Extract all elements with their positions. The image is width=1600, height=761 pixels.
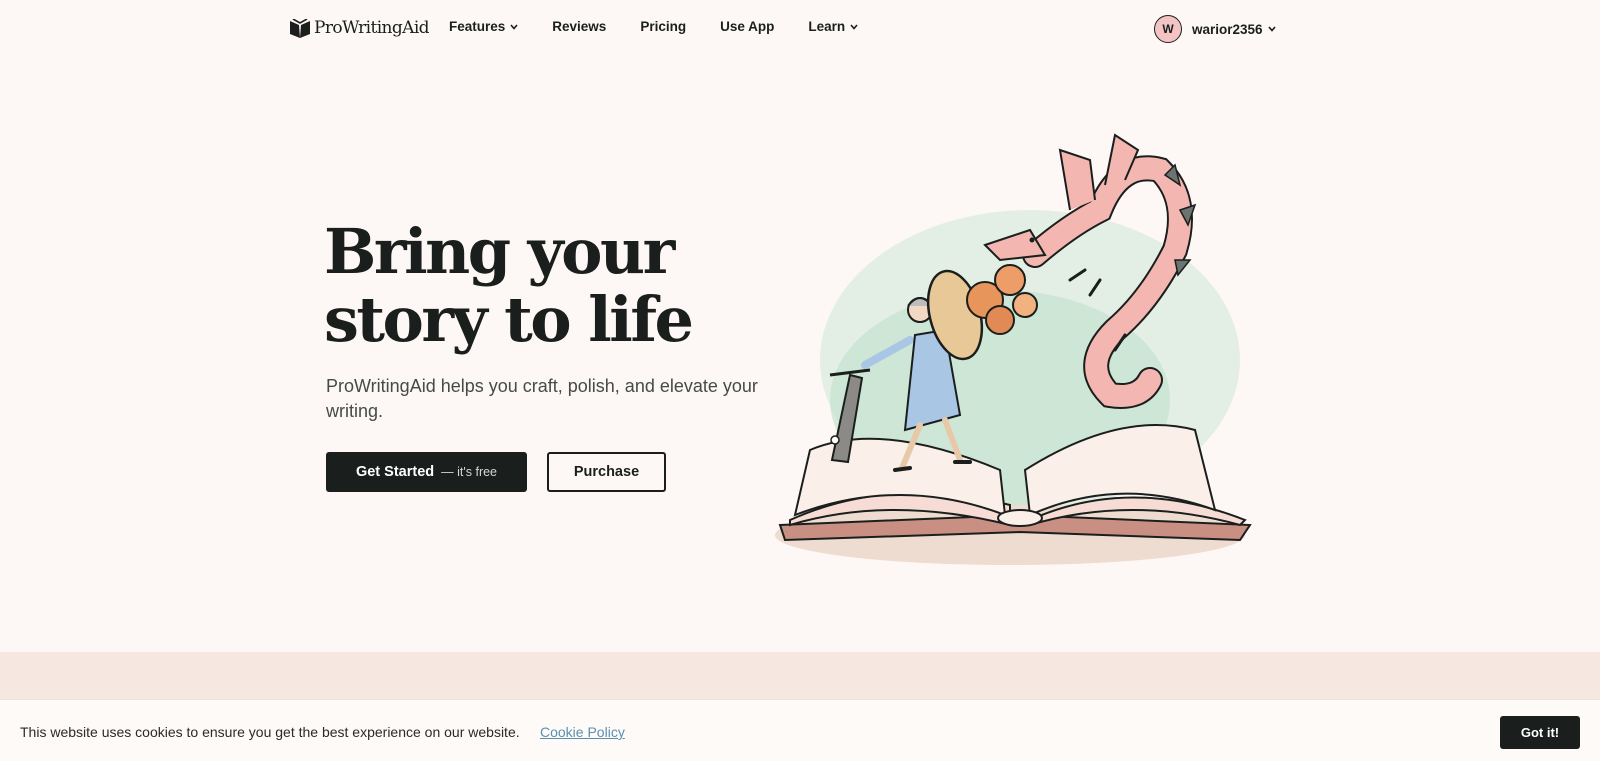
nav-item-label: Use App	[720, 19, 775, 34]
accept-cookies-button[interactable]: Got it!	[1500, 716, 1580, 749]
cookie-message: This website uses cookies to ensure you …	[20, 724, 520, 740]
nav-item-use-app[interactable]: Use App	[720, 19, 774, 34]
get-started-button[interactable]: Get Started — it's free	[326, 452, 527, 492]
button-label: Get Started	[355, 464, 435, 480]
nav-item-pricing[interactable]: Pricing	[640, 19, 686, 34]
nav-item-features[interactable]: Features	[449, 19, 518, 34]
cookie-banner: This website uses cookies to ensure you …	[0, 699, 1600, 761]
chevron-down-icon	[1267, 26, 1276, 32]
headline-line: story to life	[324, 283, 694, 356]
book-logo-icon	[290, 18, 310, 38]
nav-item-reviews[interactable]: Reviews	[552, 19, 606, 34]
avatar: W	[1154, 15, 1182, 43]
user-menu[interactable]: W warior2356	[1154, 15, 1276, 43]
nav-item-label: Learn	[808, 19, 846, 34]
nav-item-label: Reviews	[552, 19, 607, 34]
purchase-button[interactable]: Purchase	[547, 452, 666, 492]
section-divider-band	[0, 652, 1600, 700]
username: warior2356	[1192, 22, 1276, 37]
button-sublabel: — it's free	[441, 465, 498, 479]
nav-item-label: Features	[449, 19, 506, 34]
hero-subhead: ProWritingAid helps you craft, polish, a…	[326, 376, 758, 421]
hero-illustration	[775, 133, 1252, 565]
logo[interactable]: ProWritingAid	[290, 18, 430, 38]
headline-line: Bring your	[324, 215, 675, 288]
top-navigation: ProWritingAid Features Reviews Pricing U…	[0, 0, 1600, 58]
logo-text: ProWritingAid	[314, 18, 430, 38]
chevron-down-icon	[510, 23, 518, 30]
nav-item-learn[interactable]: Learn	[808, 19, 858, 34]
username-label: warior2356	[1192, 21, 1263, 37]
cookie-policy-link[interactable]: Cookie Policy	[540, 724, 625, 740]
chevron-down-icon	[850, 23, 858, 30]
nav-item-label: Pricing	[640, 19, 687, 34]
main-menu: Features Reviews Pricing Use App Learn	[449, 19, 892, 34]
hero-headline: Bring your story to life	[324, 218, 744, 354]
